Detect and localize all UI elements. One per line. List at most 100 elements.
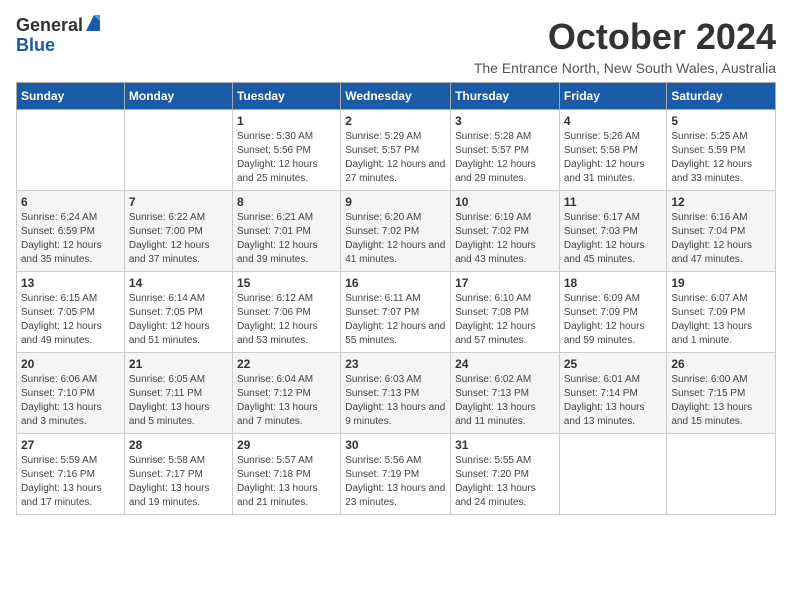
logo: General Blue	[16, 16, 102, 56]
header-cell-tuesday: Tuesday	[232, 83, 340, 110]
day-info: Sunrise: 6:15 AMSunset: 7:05 PMDaylight:…	[21, 292, 120, 348]
calendar-cell: 24 Sunrise: 6:02 AMSunset: 7:13 PMDayligh…	[451, 353, 560, 434]
calendar-cell: 11 Sunrise: 6:17 AMSunset: 7:03 PMDayligh…	[559, 191, 667, 272]
day-number: 15	[237, 276, 336, 290]
title-section: October 2024 The Entrance North, New Sou…	[474, 16, 776, 76]
calendar-cell: 22 Sunrise: 6:04 AMSunset: 7:12 PMDayligh…	[232, 353, 340, 434]
calendar-cell: 1 Sunrise: 5:30 AMSunset: 5:56 PMDaylight…	[232, 110, 340, 191]
day-number: 19	[671, 276, 771, 290]
calendar-week-row: 20 Sunrise: 6:06 AMSunset: 7:10 PMDayligh…	[17, 353, 776, 434]
logo-general-text: General	[16, 16, 83, 36]
calendar-cell: 5 Sunrise: 5:25 AMSunset: 5:59 PMDaylight…	[667, 110, 776, 191]
day-number: 14	[129, 276, 228, 290]
day-number: 25	[564, 357, 663, 371]
calendar-cell: 27 Sunrise: 5:59 AMSunset: 7:16 PMDayligh…	[17, 434, 125, 515]
calendar-cell: 17 Sunrise: 6:10 AMSunset: 7:08 PMDayligh…	[451, 272, 560, 353]
day-info: Sunrise: 6:10 AMSunset: 7:08 PMDaylight:…	[455, 292, 555, 348]
day-info: Sunrise: 6:14 AMSunset: 7:05 PMDaylight:…	[129, 292, 228, 348]
day-number: 1	[237, 114, 336, 128]
calendar-cell: 7 Sunrise: 6:22 AMSunset: 7:00 PMDaylight…	[124, 191, 232, 272]
day-info: Sunrise: 6:07 AMSunset: 7:09 PMDaylight:…	[671, 292, 771, 348]
calendar-cell: 8 Sunrise: 6:21 AMSunset: 7:01 PMDaylight…	[232, 191, 340, 272]
calendar-week-row: 13 Sunrise: 6:15 AMSunset: 7:05 PMDayligh…	[17, 272, 776, 353]
calendar-week-row: 27 Sunrise: 5:59 AMSunset: 7:16 PMDayligh…	[17, 434, 776, 515]
day-number: 20	[21, 357, 120, 371]
day-info: Sunrise: 5:57 AMSunset: 7:18 PMDaylight:…	[237, 454, 336, 510]
day-number: 12	[671, 195, 771, 209]
calendar-week-row: 1 Sunrise: 5:30 AMSunset: 5:56 PMDaylight…	[17, 110, 776, 191]
calendar-cell: 19 Sunrise: 6:07 AMSunset: 7:09 PMDayligh…	[667, 272, 776, 353]
calendar-cell: 25Sunrise: 6:01 AMSunset: 7:14 PMDayligh…	[559, 353, 667, 434]
calendar-cell: 31Sunrise: 5:55 AMSunset: 7:20 PMDayligh…	[451, 434, 560, 515]
day-number: 29	[237, 438, 336, 452]
day-info: Sunrise: 6:06 AMSunset: 7:10 PMDaylight:…	[21, 373, 120, 429]
calendar-header: SundayMondayTuesdayWednesdayThursdayFrid…	[17, 83, 776, 110]
day-info: Sunrise: 5:30 AMSunset: 5:56 PMDaylight:…	[237, 130, 336, 186]
calendar-cell: 4Sunrise: 5:26 AMSunset: 5:58 PMDaylight…	[559, 110, 667, 191]
logo-icon	[84, 15, 102, 33]
calendar-cell: 6Sunrise: 6:24 AMSunset: 6:59 PMDaylight…	[17, 191, 125, 272]
day-info: Sunrise: 6:02 AMSunset: 7:13 PMDaylight:…	[455, 373, 555, 429]
day-number: 8	[237, 195, 336, 209]
day-info: Sunrise: 5:26 AMSunset: 5:58 PMDaylight:…	[564, 130, 663, 186]
day-info: Sunrise: 5:29 AMSunset: 5:57 PMDaylight:…	[345, 130, 446, 186]
calendar-cell	[17, 110, 125, 191]
calendar-cell: 21 Sunrise: 6:05 AMSunset: 7:11 PMDayligh…	[124, 353, 232, 434]
day-info: Sunrise: 5:59 AMSunset: 7:16 PMDaylight:…	[21, 454, 120, 510]
page-header: General Blue October 2024 The Entrance N…	[16, 16, 776, 76]
header-cell-sunday: Sunday	[17, 83, 125, 110]
day-number: 17	[455, 276, 555, 290]
calendar-cell: 10Sunrise: 6:19 AMSunset: 7:02 PMDayligh…	[451, 191, 560, 272]
calendar-cell: 15 Sunrise: 6:12 AMSunset: 7:06 PMDayligh…	[232, 272, 340, 353]
day-number: 24	[455, 357, 555, 371]
day-number: 7	[129, 195, 228, 209]
day-number: 5	[671, 114, 771, 128]
calendar-cell: 20 Sunrise: 6:06 AMSunset: 7:10 PMDayligh…	[17, 353, 125, 434]
header-cell-friday: Friday	[559, 83, 667, 110]
day-info: Sunrise: 5:28 AMSunset: 5:57 PMDaylight:…	[455, 130, 555, 186]
day-info: Sunrise: 6:22 AMSunset: 7:00 PMDaylight:…	[129, 211, 228, 267]
calendar-table: SundayMondayTuesdayWednesdayThursdayFrid…	[16, 82, 776, 515]
day-number: 18	[564, 276, 663, 290]
calendar-cell: 29 Sunrise: 5:57 AMSunset: 7:18 PMDayligh…	[232, 434, 340, 515]
day-info: Sunrise: 6:03 AMSunset: 7:13 PMDaylight:…	[345, 373, 446, 429]
calendar-cell: 16Sunrise: 6:11 AMSunset: 7:07 PMDayligh…	[341, 272, 451, 353]
calendar-cell: 23 Sunrise: 6:03 AMSunset: 7:13 PMDayligh…	[341, 353, 451, 434]
day-info: Sunrise: 5:25 AMSunset: 5:59 PMDaylight:…	[671, 130, 771, 186]
day-info: Sunrise: 5:56 AMSunset: 7:19 PMDaylight:…	[345, 454, 446, 510]
day-info: Sunrise: 6:09 AMSunset: 7:09 PMDaylight:…	[564, 292, 663, 348]
calendar-cell: 12Sunrise: 6:16 AMSunset: 7:04 PMDayligh…	[667, 191, 776, 272]
day-number: 13	[21, 276, 120, 290]
day-number: 21	[129, 357, 228, 371]
calendar-cell: 26Sunrise: 6:00 AMSunset: 7:15 PMDayligh…	[667, 353, 776, 434]
day-number: 22	[237, 357, 336, 371]
day-number: 31	[455, 438, 555, 452]
header-cell-saturday: Saturday	[667, 83, 776, 110]
day-info: Sunrise: 6:11 AMSunset: 7:07 PMDaylight:…	[345, 292, 446, 348]
day-number: 3	[455, 114, 555, 128]
header-cell-wednesday: Wednesday	[341, 83, 451, 110]
calendar-cell: 30 Sunrise: 5:56 AMSunset: 7:19 PMDayligh…	[341, 434, 451, 515]
day-number: 30	[345, 438, 446, 452]
day-number: 6	[21, 195, 120, 209]
day-info: Sunrise: 5:58 AMSunset: 7:17 PMDaylight:…	[129, 454, 228, 510]
calendar-cell	[124, 110, 232, 191]
header-cell-thursday: Thursday	[451, 83, 560, 110]
day-number: 2	[345, 114, 446, 128]
day-number: 28	[129, 438, 228, 452]
calendar-cell: 2 Sunrise: 5:29 AMSunset: 5:57 PMDaylight…	[341, 110, 451, 191]
day-info: Sunrise: 6:04 AMSunset: 7:12 PMDaylight:…	[237, 373, 336, 429]
calendar-cell: 3 Sunrise: 5:28 AMSunset: 5:57 PMDaylight…	[451, 110, 560, 191]
day-info: Sunrise: 6:00 AMSunset: 7:15 PMDaylight:…	[671, 373, 771, 429]
day-number: 27	[21, 438, 120, 452]
day-info: Sunrise: 6:19 AMSunset: 7:02 PMDaylight:…	[455, 211, 555, 267]
month-title: October 2024	[474, 16, 776, 58]
day-info: Sunrise: 6:17 AMSunset: 7:03 PMDaylight:…	[564, 211, 663, 267]
day-info: Sunrise: 6:05 AMSunset: 7:11 PMDaylight:…	[129, 373, 228, 429]
day-number: 11	[564, 195, 663, 209]
day-info: Sunrise: 6:20 AMSunset: 7:02 PMDaylight:…	[345, 211, 446, 267]
calendar-cell: 9Sunrise: 6:20 AMSunset: 7:02 PMDaylight…	[341, 191, 451, 272]
day-number: 23	[345, 357, 446, 371]
day-info: Sunrise: 6:12 AMSunset: 7:06 PMDaylight:…	[237, 292, 336, 348]
day-info: Sunrise: 6:21 AMSunset: 7:01 PMDaylight:…	[237, 211, 336, 267]
